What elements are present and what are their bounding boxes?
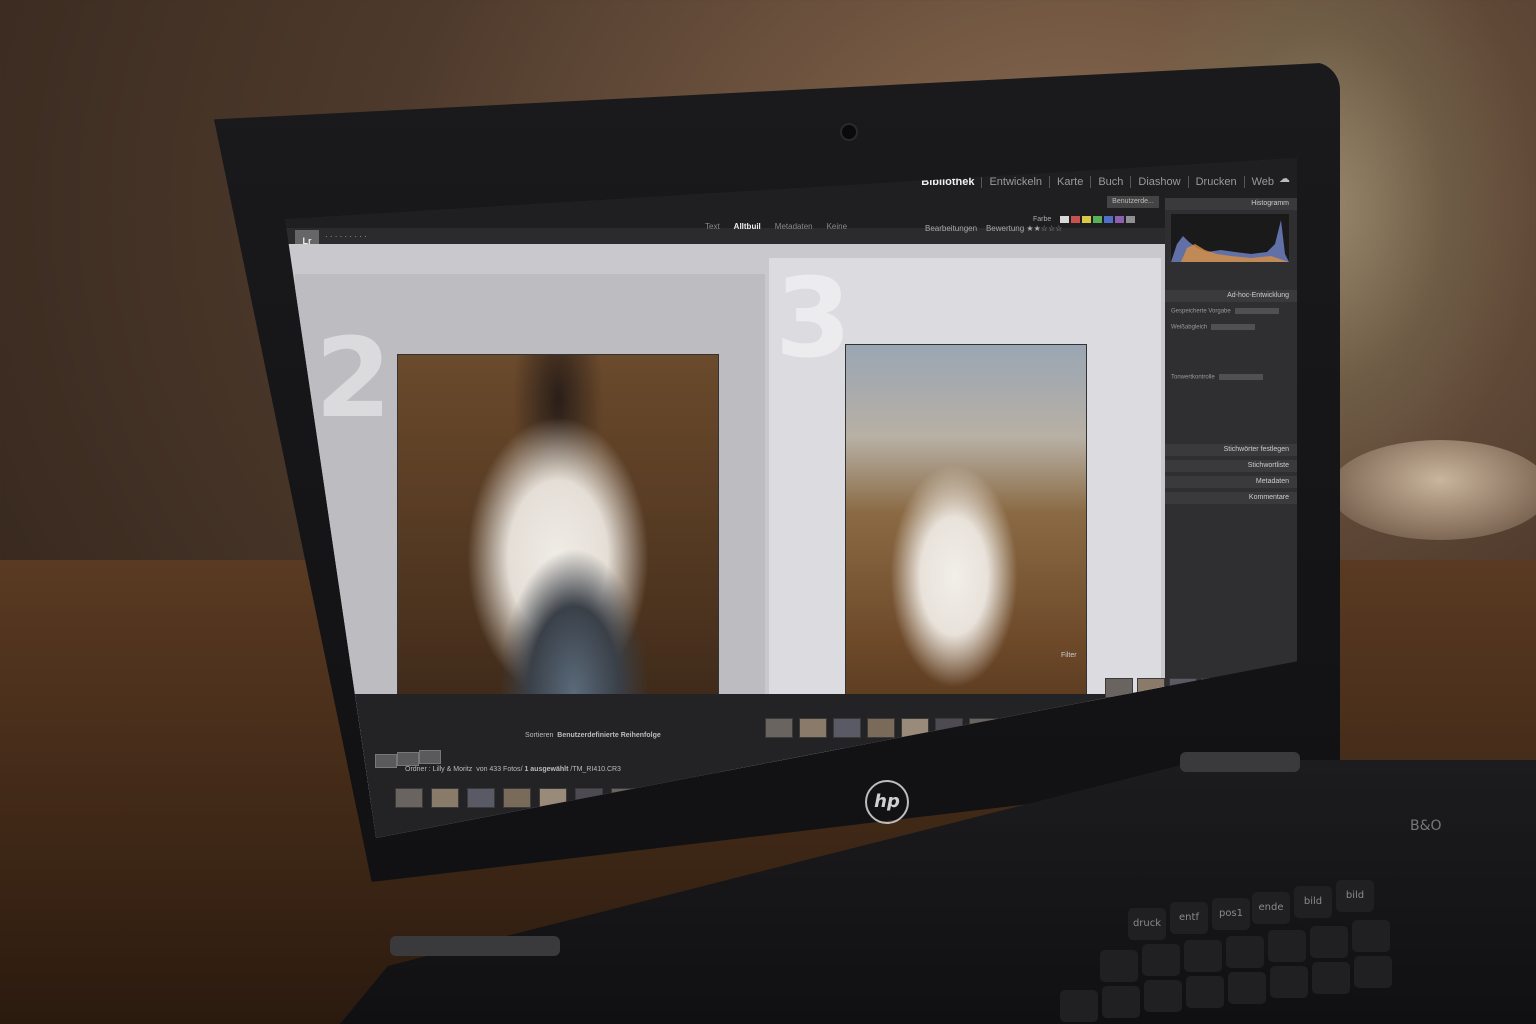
key[interactable] — [1186, 976, 1224, 1008]
module-buch[interactable]: Buch — [1091, 176, 1132, 188]
quick-develop-header[interactable]: Ad-hoc-Entwicklung — [1165, 290, 1297, 302]
key[interactable] — [1184, 940, 1222, 972]
filmstrip-thumbnail[interactable] — [867, 718, 895, 738]
key[interactable] — [1100, 950, 1138, 982]
key[interactable] — [1354, 956, 1392, 988]
key[interactable] — [1102, 986, 1140, 1018]
key-bild-2[interactable]: bild — [1336, 880, 1374, 912]
filmstrip-thumbnail[interactable] — [467, 788, 495, 808]
page-number-left: 2 — [315, 314, 392, 442]
tab-text[interactable]: Text — [705, 222, 720, 231]
swatch-blue[interactable] — [1104, 216, 1113, 223]
edit-label[interactable]: Bearbeitungen — [925, 224, 977, 233]
module-entwickeln[interactable]: Entwickeln — [982, 176, 1051, 188]
star-icon[interactable]: ★★☆☆☆ — [1026, 224, 1062, 233]
key-ende[interactable]: ende — [1252, 892, 1290, 924]
tab-alltbuil[interactable]: Alltbuil — [734, 222, 761, 231]
filmstrip-thumbnail[interactable] — [799, 718, 827, 738]
filmstrip-thumbnail[interactable] — [833, 718, 861, 738]
grid-view-button[interactable] — [375, 754, 397, 768]
key-pos1[interactable]: pos1 — [1212, 898, 1250, 930]
swatch-gray[interactable] — [1126, 216, 1135, 223]
background-bowl — [1330, 440, 1536, 540]
metadata-header[interactable]: Metadaten — [1165, 476, 1297, 488]
filmstrip-info: Ordner : Lilly & Moritz von 433 Fotos/ 1… — [405, 766, 621, 773]
key-druck[interactable]: druck — [1128, 908, 1166, 940]
tone-control-row[interactable]: Tonwertkontrolle — [1171, 374, 1289, 383]
catalog-title: · · · · · · · · · — [325, 232, 367, 241]
key[interactable] — [1310, 926, 1348, 958]
comments-header[interactable]: Kommentare — [1165, 492, 1297, 504]
swatch-purple[interactable] — [1115, 216, 1124, 223]
key-entf[interactable]: entf — [1170, 902, 1208, 934]
rating-control[interactable]: Bearbeitungen Bewertung ★★☆☆☆ — [925, 224, 1062, 233]
key[interactable] — [1268, 930, 1306, 962]
key-bild[interactable]: bild — [1294, 886, 1332, 918]
tab-metadaten[interactable]: Metadaten — [775, 222, 813, 231]
view-tabs: Text Alltbuil Metadaten Keine — [705, 222, 847, 231]
histogram — [1171, 214, 1289, 262]
keyword-list-header[interactable]: Stichwortliste — [1165, 460, 1297, 472]
key[interactable] — [1312, 962, 1350, 994]
color-swatches — [1060, 216, 1135, 223]
saved-preset-row[interactable]: Gespeicherte Vorgabe — [1171, 308, 1289, 317]
compare-view-button[interactable] — [419, 750, 441, 764]
hinge-left — [390, 936, 560, 956]
loupe-view-button[interactable] — [397, 752, 419, 766]
key[interactable] — [1228, 972, 1266, 1004]
tab-keine[interactable]: Keine — [827, 222, 847, 231]
module-web[interactable]: Web — [1245, 176, 1281, 188]
key[interactable] — [1142, 944, 1180, 976]
swatch-red[interactable] — [1071, 216, 1080, 223]
bo-logo: B&O — [1410, 818, 1442, 834]
hp-logo: hp — [865, 780, 909, 824]
page-number-right: 3 — [775, 254, 852, 382]
filmstrip-thumbnail[interactable] — [431, 788, 459, 808]
filmstrip-thumbnail[interactable] — [395, 788, 423, 808]
cloud-icon[interactable]: ☁ — [1279, 172, 1293, 185]
swatch-green[interactable] — [1093, 216, 1102, 223]
keywording-header[interactable]: Stichwörter festlegen — [1165, 444, 1297, 456]
rating-label: Bewertung — [985, 224, 1025, 233]
hinge-right — [1180, 752, 1300, 772]
webcam-icon — [840, 123, 858, 141]
swatch-none[interactable] — [1060, 216, 1069, 223]
histogram-header[interactable]: Histogramm — [1165, 198, 1297, 210]
key[interactable] — [1352, 920, 1390, 952]
filmstrip-thumbnail[interactable] — [503, 788, 531, 808]
white-balance-row[interactable]: Weißabgleich — [1171, 324, 1289, 333]
key[interactable] — [1226, 936, 1264, 968]
module-diashow[interactable]: Diashow — [1131, 176, 1189, 188]
filter-label[interactable]: Filter — [1061, 652, 1077, 659]
histogram-graph — [1171, 220, 1289, 262]
sort-order-dropdown[interactable]: Benutzerdefinierte Reihenfolge — [557, 732, 660, 739]
preset-dropdown[interactable]: Benutzerde... — [1107, 196, 1159, 208]
key[interactable] — [1144, 980, 1182, 1012]
module-karte[interactable]: Karte — [1050, 176, 1092, 188]
key[interactable] — [1060, 990, 1098, 1022]
color-label: Farbe — [1033, 216, 1052, 223]
sort-control[interactable]: Sortieren Benutzerdefinierte Reihenfolge — [525, 732, 661, 739]
filmstrip-thumbnail[interactable] — [765, 718, 793, 738]
key[interactable] — [1270, 966, 1308, 998]
module-drucken[interactable]: Drucken — [1189, 176, 1245, 188]
swatch-yellow[interactable] — [1082, 216, 1091, 223]
